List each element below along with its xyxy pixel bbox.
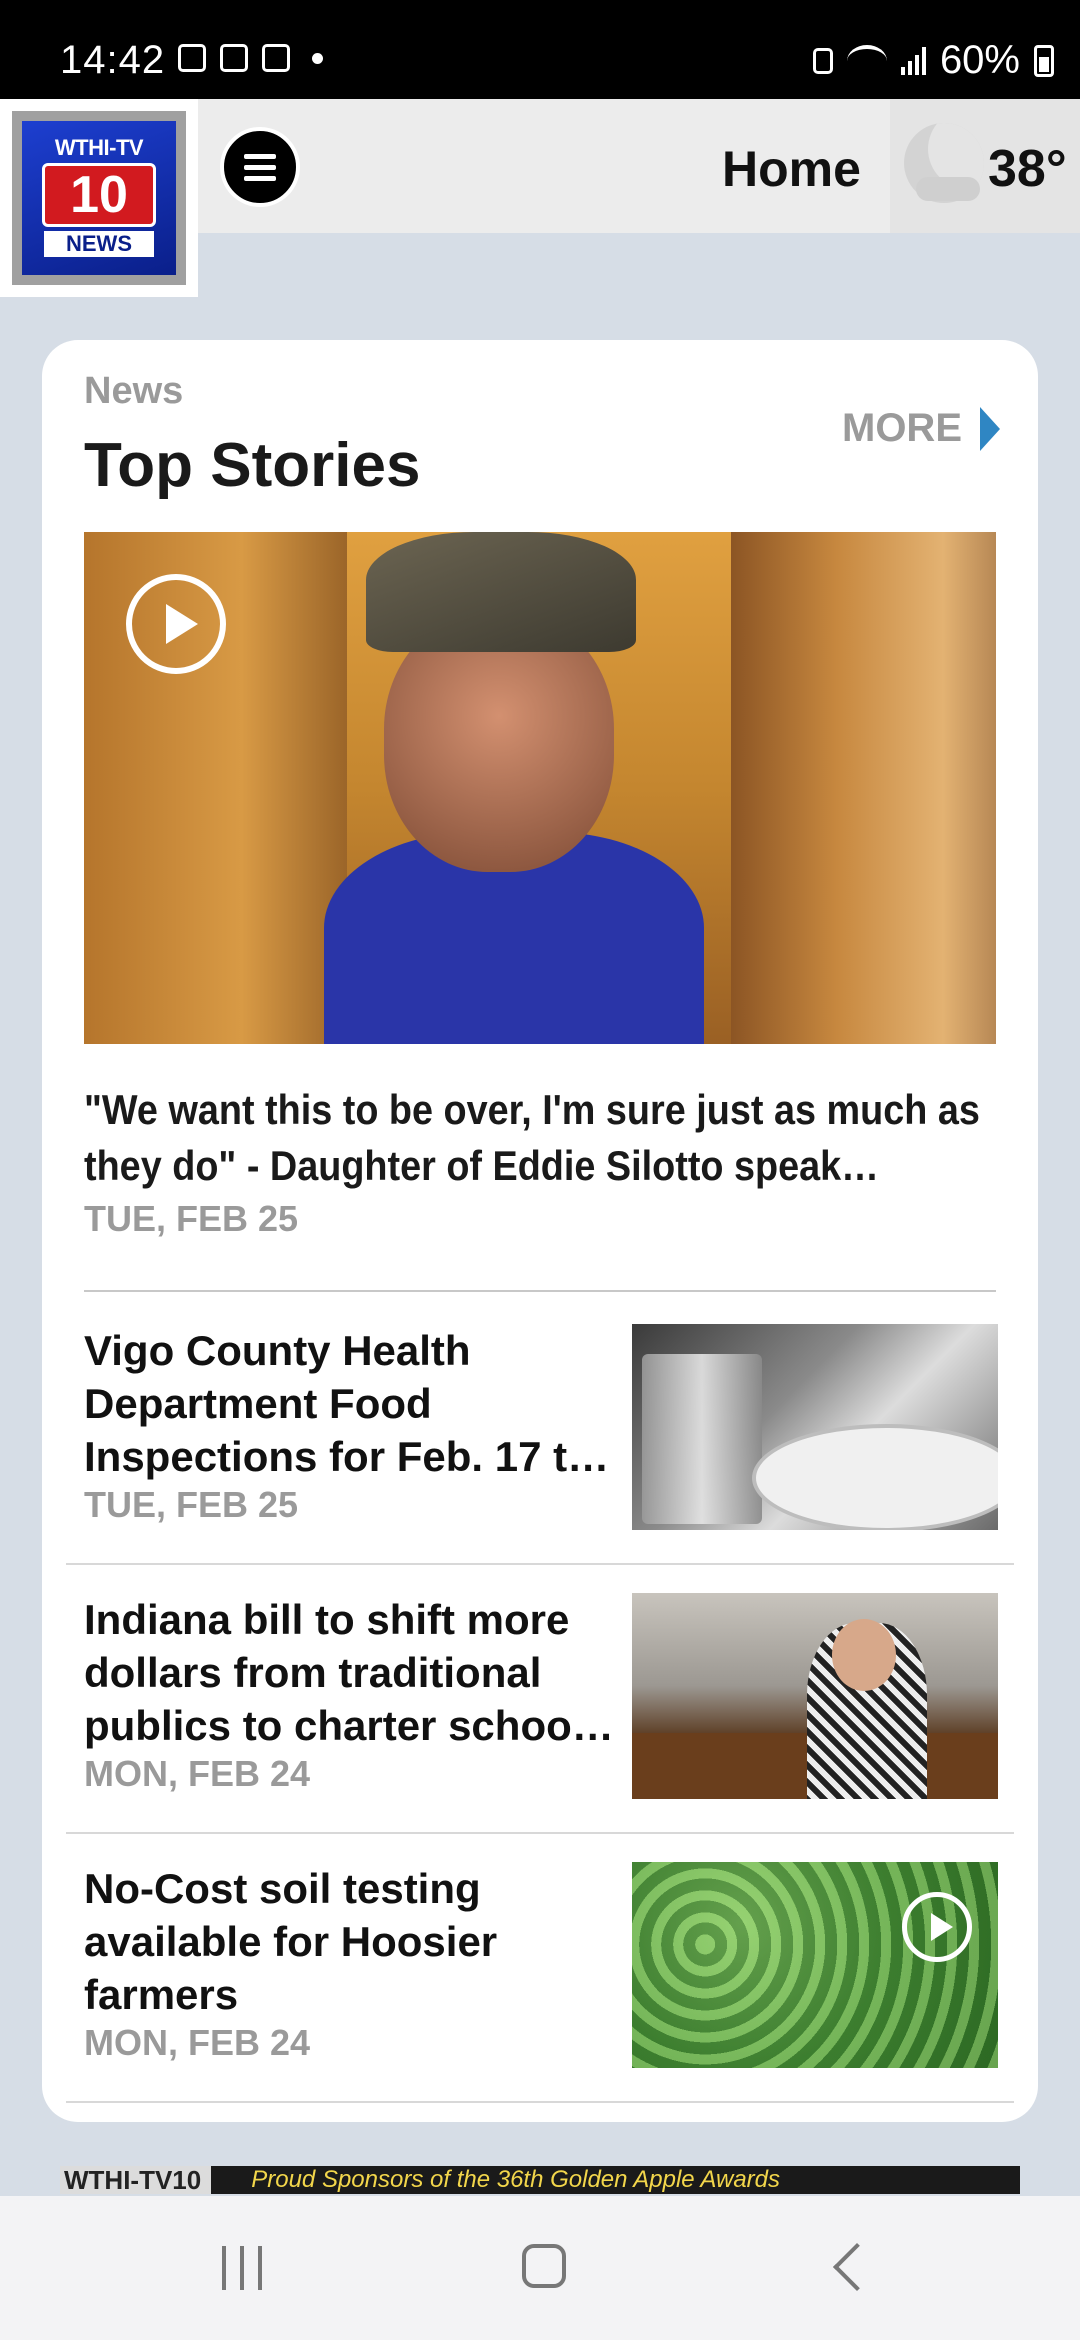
back-button[interactable] <box>832 2242 882 2292</box>
divider <box>66 1563 1014 1565</box>
gmail-icon <box>262 44 290 72</box>
hero-headline[interactable]: "We want this to be over, I'm sure just … <box>84 1082 993 1194</box>
divider <box>66 2101 1014 2103</box>
banner-logo: WTHI-TV10 <box>60 2166 212 2194</box>
more-notifications-icon <box>312 52 323 64</box>
gallery-icon <box>178 44 206 72</box>
hero-date: TUE, FEB 25 <box>84 1198 299 1239</box>
logo-badge: WTHI-TV 10 NEWS <box>22 121 176 275</box>
battery-percent: 60% <box>939 38 1020 82</box>
battery-icon <box>1034 44 1054 77</box>
speaker-face <box>832 1619 896 1691</box>
story-title[interactable]: Indiana bill to shift more dollars from … <box>84 1593 654 1752</box>
recent-apps-icon <box>222 2246 226 2290</box>
hero-bg <box>731 532 996 1044</box>
recent-apps-icon <box>240 2246 244 2290</box>
status-time: 14:42 <box>60 38 166 82</box>
station-logo[interactable]: WTHI-TV 10 NEWS <box>0 99 198 297</box>
cloud-icon <box>916 177 980 201</box>
story-item[interactable]: No-Cost soil testing available for Hoosi… <box>42 1862 1038 2130</box>
section-label: News <box>84 370 184 412</box>
checkbox-icon <box>220 44 248 72</box>
divider <box>66 1832 1014 1834</box>
section-title: Top Stories <box>84 431 421 500</box>
story-thumbnail[interactable] <box>632 1593 998 1799</box>
hero-figure <box>366 532 636 652</box>
divider <box>84 1290 996 1292</box>
play-icon[interactable] <box>126 574 226 674</box>
hamburger-icon-line <box>244 164 276 170</box>
story-thumbnail[interactable] <box>632 1324 998 1530</box>
more-label: MORE <box>842 406 962 450</box>
story-title[interactable]: Vigo County Health Department Food Inspe… <box>84 1324 654 1483</box>
temperature: 38° <box>988 140 1067 198</box>
status-bar: 14:42 60% <box>0 0 1080 99</box>
home-button[interactable] <box>522 2244 566 2288</box>
hero-image[interactable] <box>84 532 996 1044</box>
story-item[interactable]: Indiana bill to shift more dollars from … <box>42 1593 1038 1861</box>
chevron-right-icon <box>980 406 1000 451</box>
recent-apps-icon <box>258 2246 262 2290</box>
logo-bottom-text: NEWS <box>44 231 154 257</box>
logo-number: 10 <box>42 163 156 227</box>
logo-top-text: WTHI-TV <box>54 135 144 160</box>
story-date: TUE, FEB 25 <box>84 1484 299 1525</box>
battery-saver-icon <box>812 47 833 74</box>
logo-frame: WTHI-TV 10 NEWS <box>12 111 186 285</box>
sponsor-banner[interactable]: WTHI-TV10 Proud Sponsors of the 36th Gol… <box>60 2166 1020 2194</box>
hamburger-icon-line <box>244 175 276 181</box>
more-button[interactable]: MORE <box>842 406 1000 451</box>
story-thumbnail[interactable] <box>632 1862 998 2068</box>
banner-text: Proud Sponsors of the 36th Golden Apple … <box>251 2166 781 2193</box>
top-stories-card: News Top Stories MORE "We want this to b… <box>42 340 1038 2122</box>
plate-shape <box>752 1424 998 1530</box>
play-icon[interactable] <box>902 1892 972 1962</box>
page-title: Home <box>722 141 861 197</box>
story-item[interactable]: Vigo County Health Department Food Inspe… <box>42 1324 1038 1592</box>
story-date: MON, FEB 24 <box>84 2022 311 2063</box>
wifi-icon <box>846 44 887 77</box>
glass-shape <box>642 1354 762 1524</box>
menu-button[interactable] <box>220 127 300 207</box>
system-nav-bar <box>0 2196 1080 2340</box>
story-title[interactable]: No-Cost soil testing available for Hoosi… <box>84 1862 654 2021</box>
hamburger-icon-line <box>244 153 276 159</box>
signal-icon <box>900 46 926 75</box>
story-date: MON, FEB 24 <box>84 1753 311 1794</box>
recent-apps-button[interactable] <box>222 2246 262 2290</box>
weather-widget[interactable]: 38° <box>890 99 1080 233</box>
system-icons: 60% <box>812 38 1054 83</box>
notification-icons <box>178 44 323 72</box>
